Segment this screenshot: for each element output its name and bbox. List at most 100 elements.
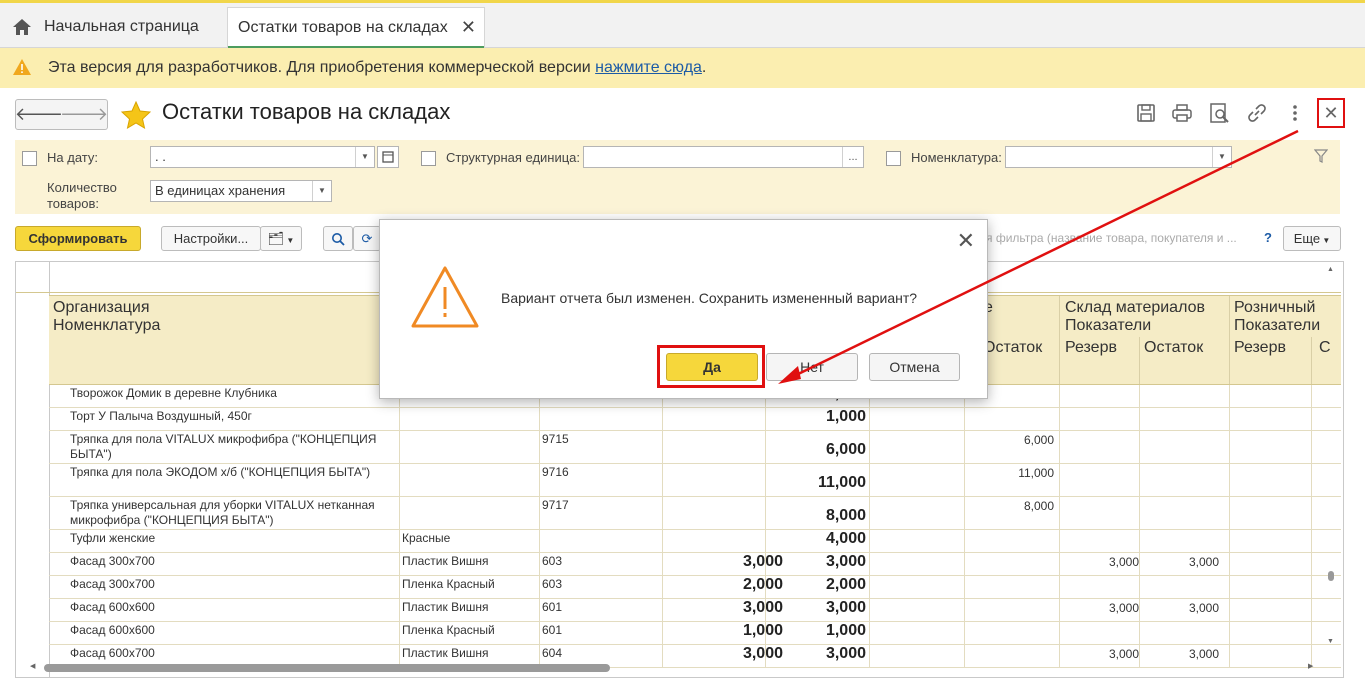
qty-select[interactable]: В единицах хранения ▼ — [150, 180, 332, 202]
cell-r2: 3,000 — [1108, 601, 1139, 615]
cell-char: Пленка Красный — [402, 577, 495, 591]
tab-report[interactable]: Остатки товаров на складах ✕ — [227, 7, 485, 48]
warning-text: Эта версия для разработчиков. Для приобр… — [48, 59, 596, 76]
close-form-button[interactable]: ✕ — [1317, 98, 1345, 128]
cell-art: 601 — [542, 600, 563, 614]
search-icon — [332, 233, 345, 246]
cell-o2: 3,000 — [1188, 555, 1219, 569]
cell-total: 3,000 — [825, 599, 866, 616]
cell-name: Тряпка для пола ЭКОДОМ х/б ("КОНЦЕПЦИЯ Б… — [70, 465, 371, 479]
chevron-down-icon[interactable]: ▼ — [312, 181, 331, 201]
col-ostatok2: Остаток — [1144, 339, 1204, 356]
forward-button[interactable]: 🡒 — [60, 99, 108, 130]
cell-art: 9717 — [542, 498, 569, 512]
unit-checkbox[interactable] — [421, 151, 436, 166]
nomen-checkbox[interactable] — [886, 151, 901, 166]
cell-ost: 11,000 — [1018, 466, 1054, 480]
cell-char: Красные — [402, 531, 451, 545]
cancel-button[interactable]: Отмена — [869, 353, 960, 381]
col-nomenclature: Номенклатура — [53, 317, 161, 334]
cell-total: 8,000 — [825, 507, 866, 524]
cell-ost: 6,000 — [1023, 433, 1054, 447]
cell-art: 601 — [542, 623, 563, 637]
cell-total: 2,000 — [825, 576, 866, 593]
table-row[interactable]: Торт У Палыча Воздушный, 450г 1,000 — [49, 407, 1341, 431]
date-label: На дату: — [47, 150, 98, 165]
table-row[interactable]: Фасад 300х700 Пленка Красный 603 2,000 2,000 — [49, 575, 1341, 599]
table-row[interactable]: Туфли женские Красные 4,000 — [49, 529, 1341, 553]
settings-button[interactable]: Настройки... — [161, 226, 261, 251]
table-row[interactable]: Тряпка для пола ЭКОДОМ х/б ("КОНЦЕПЦИЯ Б… — [49, 463, 1341, 497]
table-row[interactable]: Фасад 600х600 Пластик Вишня 601 3,000 3,000 3… — [49, 598, 1341, 622]
generate-button[interactable]: Сформировать — [15, 226, 141, 251]
cell-name: Тряпка универсальная для уборки VITALUX … — [70, 498, 375, 527]
cell-art: 604 — [542, 646, 563, 660]
cell-name: Творожок Домик в деревне Клубника — [70, 386, 277, 400]
filter-icon[interactable] — [1314, 149, 1328, 163]
chevron-down-icon[interactable]: ▼ — [1212, 147, 1231, 167]
variant-menu-button[interactable]: 🗂 ▼ — [260, 226, 302, 251]
cell-total: 3,000 — [825, 553, 866, 570]
cell-name: Фасад 300х700 — [70, 554, 155, 568]
warning-icon — [411, 266, 479, 328]
unit-field[interactable]: ... — [583, 146, 864, 168]
print-icon[interactable] — [1171, 102, 1193, 124]
cell-art: 9715 — [542, 432, 569, 446]
cell-art: 9716 — [542, 465, 569, 479]
search-button[interactable] — [323, 226, 353, 251]
favorite-star-icon[interactable] — [121, 101, 151, 129]
cell-name: Фасад 600х700 — [70, 646, 155, 660]
cell-name: Фасад 600х600 — [70, 600, 155, 614]
vertical-scrollbar[interactable]: ▲ ▼ — [1325, 266, 1337, 646]
col-sklad: Склад материалов — [1065, 299, 1205, 316]
chevron-down-icon[interactable]: ▼ — [355, 147, 374, 167]
tab-home-label: Начальная страница — [44, 18, 199, 35]
tab-home[interactable]: Начальная страница — [10, 8, 226, 46]
col-organization: Организация — [53, 299, 150, 316]
cell-o2: 3,000 — [1188, 647, 1219, 661]
warning-tail: . — [701, 59, 707, 76]
col-pokaz2: Показатели — [1234, 317, 1321, 334]
save-icon[interactable] — [1135, 102, 1157, 124]
table-row[interactable]: Тряпка универсальная для уборки VITALUX … — [49, 496, 1341, 530]
cell-r2: 3,000 — [1108, 647, 1139, 661]
more-button[interactable]: Еще ▼ — [1283, 226, 1341, 251]
warning-icon — [13, 59, 31, 75]
search-input[interactable]: я фильтра (название товара, покупателя и… — [986, 231, 1237, 245]
cell-art: 603 — [542, 554, 563, 568]
cell-name: Фасад 600х600 — [70, 623, 155, 637]
buy-link[interactable]: нажмите сюда — [595, 59, 702, 76]
table-row[interactable]: Фасад 600х600 Пленка Красный 601 1,000 1,000 — [49, 621, 1341, 645]
calendar-button[interactable] — [377, 146, 399, 168]
cell-ost: 8,000 — [1023, 499, 1054, 513]
table-row[interactable]: Тряпка для пола VITALUX микрофибра ("КОН… — [49, 430, 1341, 464]
ellipsis-icon[interactable]: ... — [842, 147, 863, 167]
date-checkbox[interactable] — [22, 151, 37, 166]
search-next-button[interactable]: ⟳ — [353, 226, 381, 251]
back-button[interactable]: 🡐 — [15, 99, 63, 130]
cell-total: 6,000 — [825, 441, 866, 458]
close-icon: ✕ — [1323, 103, 1339, 123]
cell-name: Тряпка для пола VITALUX микрофибра ("КОН… — [70, 432, 377, 461]
no-button[interactable]: Нет — [766, 353, 858, 381]
more-label: Еще — [1293, 231, 1321, 246]
horizontal-scrollbar[interactable]: ◀ ▶ — [30, 662, 1320, 674]
home-icon — [13, 19, 31, 35]
tab-bar: Начальная страница Остатки товаров на ск… — [0, 0, 1365, 48]
link-icon[interactable] — [1246, 102, 1268, 124]
tab-close-icon[interactable]: ✕ — [461, 8, 476, 46]
help-icon[interactable]: ? — [1264, 230, 1272, 245]
cell-total: 3,000 — [825, 645, 866, 662]
more-vertical-icon[interactable] — [1284, 102, 1306, 124]
col-pokaz1: Показатели — [1065, 317, 1152, 334]
cell-o2: 3,000 — [1188, 601, 1219, 615]
cell-name: Торт У Палыча Воздушный, 450г — [70, 409, 252, 423]
table-row[interactable]: Фасад 300х700 Пластик Вишня 603 3,000 3,000 3… — [49, 552, 1341, 576]
preview-icon[interactable] — [1208, 102, 1230, 124]
date-field[interactable]: . . ▼ — [150, 146, 375, 168]
date-value: . . — [155, 149, 166, 164]
dialog-close-icon[interactable]: ✕ — [957, 228, 975, 254]
col-rezerv2: Резерв — [1234, 339, 1286, 356]
cell-total: 1,000 — [825, 622, 866, 639]
nomen-field[interactable]: ▼ — [1005, 146, 1232, 168]
